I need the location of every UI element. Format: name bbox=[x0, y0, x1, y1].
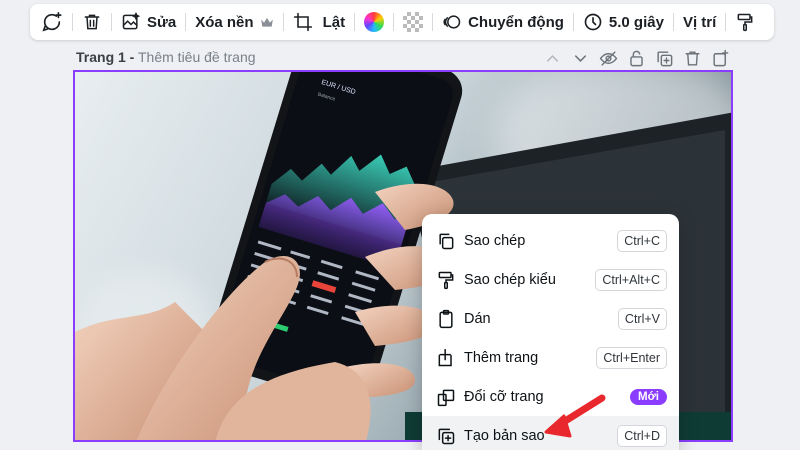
duplicate-icon bbox=[436, 426, 456, 446]
resize-icon bbox=[436, 387, 456, 407]
menu-item-label: Sao chép kiểu bbox=[464, 271, 556, 288]
toolbar-divider bbox=[72, 13, 73, 31]
copy-icon bbox=[436, 231, 456, 251]
paint-roller-icon bbox=[735, 12, 755, 32]
toolbar-divider bbox=[432, 13, 434, 31]
flip-button[interactable]: Lật bbox=[318, 8, 351, 36]
duration-label: 5.0 giây bbox=[608, 13, 664, 31]
page-actions bbox=[543, 49, 730, 68]
remove-background-label: Xóa nền bbox=[195, 13, 254, 31]
menu-item-shortcut: Ctrl+Alt+C bbox=[595, 268, 667, 291]
toolbar-divider bbox=[185, 13, 187, 31]
duration-button[interactable]: 5.0 giây bbox=[578, 8, 669, 36]
duplicate-page-icon[interactable] bbox=[655, 49, 674, 68]
menu-item-shortcut: Ctrl+Enter bbox=[596, 346, 667, 369]
position-button[interactable]: Vị trí bbox=[678, 8, 721, 36]
chevron-up-icon[interactable] bbox=[543, 49, 562, 68]
editor-toolbar: Sửa Xóa nền Lật Chuyển động 5.0 giây Vị … bbox=[30, 4, 774, 40]
toolbar-divider bbox=[282, 13, 284, 31]
menu-item-copy[interactable]: Sao chép Ctrl+C bbox=[422, 221, 679, 260]
menu-item-copy-style[interactable]: Sao chép kiểu Ctrl+Alt+C bbox=[422, 260, 679, 299]
animate-label: Chuyển động bbox=[468, 13, 564, 31]
comment-add-icon bbox=[41, 11, 63, 33]
menu-item-label: Sao chép bbox=[464, 232, 526, 249]
toolbar-divider bbox=[111, 13, 112, 31]
copy-style-button[interactable] bbox=[730, 8, 760, 36]
toolbar-divider bbox=[393, 13, 395, 31]
menu-item-shortcut: Ctrl+V bbox=[617, 307, 667, 330]
menu-item-shortcut: Ctrl+D bbox=[617, 424, 667, 447]
page-header: Trang 1 - Thêm tiêu đề trang bbox=[76, 49, 256, 65]
toolbar-divider bbox=[572, 13, 574, 31]
paint-roller-icon bbox=[436, 270, 456, 290]
menu-item-shortcut: Ctrl+C bbox=[617, 229, 667, 252]
toolbar-divider bbox=[725, 13, 727, 31]
transparency-button[interactable] bbox=[398, 8, 428, 36]
image-edit-icon bbox=[121, 12, 141, 32]
page-title-input[interactable]: Thêm tiêu đề trang bbox=[138, 49, 256, 65]
menu-item-add-page[interactable]: Thêm trang Ctrl+Enter bbox=[422, 338, 679, 377]
add-page-icon[interactable] bbox=[711, 49, 730, 68]
annotation-arrow-icon bbox=[544, 394, 606, 438]
flip-label: Lật bbox=[322, 13, 346, 31]
menu-item-label: Dán bbox=[464, 310, 491, 327]
edit-image-label: Sửa bbox=[147, 13, 177, 31]
new-badge: Mới bbox=[630, 388, 667, 405]
add-page-icon bbox=[436, 348, 456, 368]
page-number-label: Trang 1 - bbox=[76, 49, 135, 65]
menu-item-label: Thêm trang bbox=[464, 349, 539, 366]
lock-icon[interactable] bbox=[627, 49, 646, 68]
toolbar-divider bbox=[672, 13, 674, 31]
color-adjust-button[interactable] bbox=[359, 8, 389, 36]
delete-page-icon[interactable] bbox=[683, 49, 702, 68]
hide-page-icon[interactable] bbox=[599, 49, 618, 68]
toolbar-divider bbox=[354, 13, 356, 31]
edit-image-button[interactable]: Sửa bbox=[116, 8, 181, 36]
crop-button[interactable] bbox=[288, 8, 318, 36]
clock-icon bbox=[583, 12, 603, 32]
transparency-icon bbox=[403, 12, 424, 32]
menu-item-paste[interactable]: Dán Ctrl+V bbox=[422, 299, 679, 338]
crop-icon bbox=[293, 12, 313, 32]
remove-background-button[interactable]: Xóa nền bbox=[190, 8, 278, 36]
crown-icon bbox=[260, 16, 274, 28]
trash-icon bbox=[82, 12, 102, 32]
clipboard-icon bbox=[436, 309, 456, 329]
comment-button[interactable] bbox=[36, 8, 68, 36]
animate-icon bbox=[442, 12, 462, 32]
position-label: Vị trí bbox=[682, 13, 717, 31]
color-wheel-icon bbox=[364, 12, 385, 32]
animate-button[interactable]: Chuyển động bbox=[437, 8, 569, 36]
chevron-down-icon[interactable] bbox=[571, 49, 590, 68]
delete-button[interactable] bbox=[77, 8, 107, 36]
